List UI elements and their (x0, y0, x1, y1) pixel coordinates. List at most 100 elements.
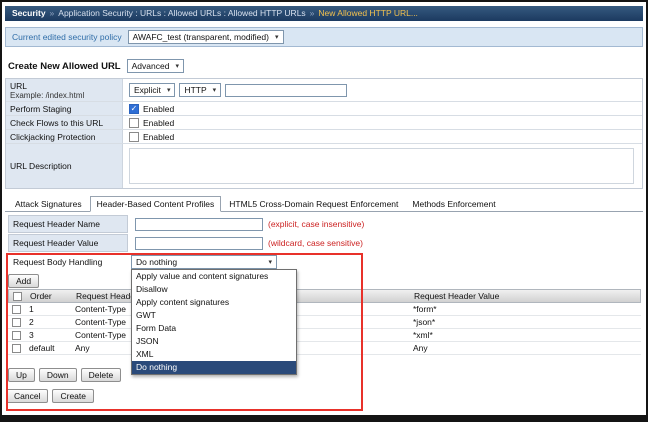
request-header-value-row: Request Header Value (wildcard, case sen… (8, 234, 364, 252)
request-header-name-content: (explicit, case insensitive) (128, 215, 364, 233)
tab-attack-signatures[interactable]: Attack Signatures (9, 197, 88, 211)
perform-staging-label: Perform Staging (6, 102, 123, 115)
request-body-handling-dropdown-menu: Apply value and content signatures Disal… (131, 269, 297, 375)
policy-select[interactable]: AWAFC_test (transparent, modified) ▾ (127, 30, 284, 44)
table-action-buttons: Up Down Delete (8, 368, 122, 382)
request-body-handling-label: Request Body Handling (13, 257, 103, 267)
cancel-button[interactable]: Cancel (6, 389, 49, 403)
url-path-input[interactable] (225, 83, 348, 97)
cell-header-value: *form* (413, 304, 437, 314)
chevron-down-icon: ▾ (166, 86, 171, 94)
chevron-down-icon: ▾ (212, 86, 217, 94)
tab-html5-cross-domain[interactable]: HTML5 Cross-Domain Request Enforcement (223, 197, 404, 211)
cell-order: 1 (29, 304, 34, 314)
clickjacking-label: Clickjacking Protection (6, 130, 123, 143)
create-section-header: Create New Allowed URL Advanced ▾ (8, 59, 184, 73)
breadcrumb-path[interactable]: Application Security : URLs : Allowed UR… (58, 8, 305, 18)
breadcrumb-separator-icon: » (309, 8, 315, 18)
breadcrumb: Security» Application Security : URLs : A… (5, 6, 643, 21)
table-header-row: Order Request Header Name Request Header… (8, 289, 641, 303)
header-profiles-table: Order Request Header Name Request Header… (8, 289, 641, 355)
dropdown-option[interactable]: Disallow (132, 283, 296, 296)
row-checkbox[interactable] (12, 304, 21, 314)
clickjacking-value-cell: Enabled (123, 130, 642, 143)
bigip-asm-window: Security» Application Security : URLs : A… (0, 0, 648, 422)
check-flows-row: Check Flows to this URL Enabled (6, 116, 642, 130)
url-label: URL (10, 81, 28, 91)
table-row: 2 Content-Type *json* (8, 316, 641, 329)
dropdown-option[interactable]: GWT (132, 309, 296, 322)
column-header-order[interactable]: Order (30, 291, 76, 301)
policy-bar: Current edited security policy AWAFC_tes… (5, 27, 643, 47)
cell-order: default (29, 343, 55, 353)
tab-strip: Attack Signatures Header-Based Content P… (5, 195, 643, 212)
table-row: default Any Any (8, 342, 641, 355)
row-checkbox[interactable] (12, 343, 21, 353)
footer-buttons: Cancel Create (6, 389, 94, 403)
dropdown-option[interactable]: Apply value and content signatures (132, 270, 296, 283)
enabled-label: Enabled (143, 103, 175, 114)
tab-header-based-content-profiles[interactable]: Header-Based Content Profiles (89, 196, 222, 212)
protocol-select[interactable]: HTTP ▾ (179, 83, 222, 97)
add-button-wrap: Add (8, 274, 40, 288)
up-button[interactable]: Up (8, 368, 35, 382)
row-checkbox[interactable] (12, 330, 21, 340)
table-row: 3 Content-Type *xml* (8, 329, 641, 342)
request-header-value-hint: (wildcard, case sensitive) (268, 238, 363, 248)
request-header-name-label: Request Header Name (8, 215, 128, 233)
url-value-cell: Explicit ▾ HTTP ▾ (123, 79, 642, 101)
dropdown-option[interactable]: JSON (132, 335, 296, 348)
clickjacking-row: Clickjacking Protection Enabled (6, 130, 642, 144)
request-header-value-label: Request Header Value (8, 234, 128, 252)
breadcrumb-current-page: New Allowed HTTP URL... (318, 8, 418, 18)
url-type-select[interactable]: Explicit ▾ (129, 83, 176, 97)
check-icon: ✓ (130, 103, 138, 113)
cell-header-value: Any (413, 343, 428, 353)
dropdown-option[interactable]: XML (132, 348, 296, 361)
dropdown-option[interactable]: Apply content signatures (132, 296, 296, 309)
url-properties-form: URL Example: /index.html Explicit ▾ HTTP… (5, 78, 643, 189)
request-header-name-row: Request Header Name (explicit, case inse… (8, 215, 364, 233)
request-header-value-content: (wildcard, case sensitive) (128, 234, 363, 252)
clickjacking-checkbox[interactable] (129, 131, 139, 142)
delete-button[interactable]: Delete (80, 368, 122, 382)
chevron-down-icon: ▾ (274, 33, 279, 41)
enabled-label: Enabled (143, 131, 175, 142)
down-button[interactable]: Down (38, 368, 77, 382)
url-example-label: Example: /index.html (10, 91, 85, 100)
check-flows-checkbox[interactable] (129, 117, 139, 128)
url-label-cell: URL Example: /index.html (6, 79, 123, 101)
check-flows-value-cell: Enabled (123, 116, 642, 129)
perform-staging-row: Perform Staging ✓ Enabled (6, 102, 642, 116)
request-header-name-hint: (explicit, case insensitive) (268, 219, 365, 229)
row-checkbox[interactable] (12, 317, 21, 327)
dropdown-option-selected[interactable]: Do nothing (132, 361, 296, 374)
perform-staging-value-cell: ✓ Enabled (123, 102, 642, 115)
advanced-mode-select[interactable]: Advanced ▾ (126, 59, 184, 73)
breadcrumb-separator-icon: » (49, 8, 55, 18)
request-body-handling-select[interactable]: Do nothing ▾ (131, 255, 277, 269)
add-button[interactable]: Add (8, 274, 40, 288)
dropdown-option[interactable]: Form Data (132, 322, 296, 335)
url-description-textarea[interactable] (129, 148, 634, 184)
cell-header-value: *xml* (413, 330, 433, 340)
cell-header-value: *json* (413, 317, 436, 327)
url-description-row: URL Description (6, 144, 642, 188)
url-type-value: Explicit (134, 85, 161, 95)
enabled-label: Enabled (143, 117, 175, 128)
header-profile-form: Request Header Name (explicit, case inse… (8, 215, 364, 272)
select-all-checkbox[interactable] (13, 291, 22, 301)
chevron-down-icon: ▾ (175, 62, 179, 70)
table-row: 1 Content-Type *form* (8, 303, 641, 316)
request-header-value-input[interactable] (135, 236, 263, 250)
create-button[interactable]: Create (52, 389, 94, 403)
cell-order: 3 (29, 330, 34, 340)
url-description-label: URL Description (6, 144, 123, 188)
url-row: URL Example: /index.html Explicit ▾ HTTP… (6, 79, 642, 102)
perform-staging-checkbox[interactable]: ✓ (129, 103, 139, 114)
breadcrumb-section[interactable]: Security (12, 8, 46, 18)
column-header-request-header-value[interactable]: Request Header Value (414, 291, 640, 301)
request-header-name-input[interactable] (135, 217, 263, 231)
tab-methods-enforcement[interactable]: Methods Enforcement (406, 197, 501, 211)
advanced-mode-value: Advanced (131, 61, 170, 71)
